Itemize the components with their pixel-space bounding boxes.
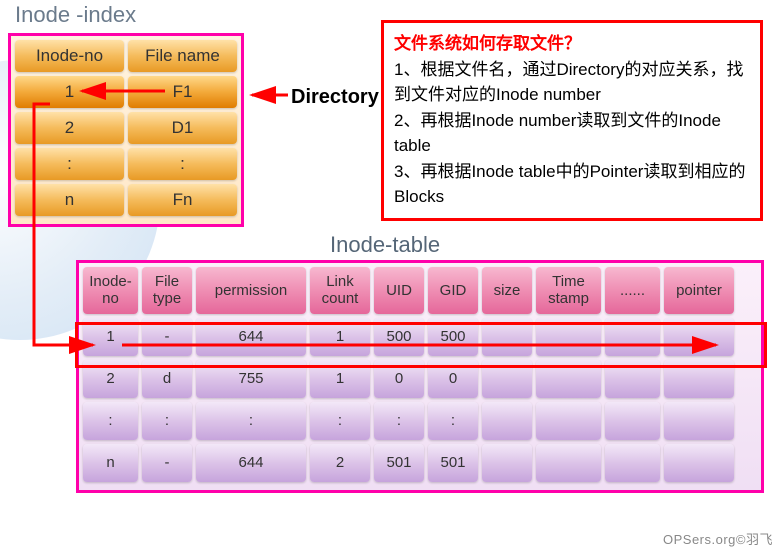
inode-table-header-row: Inode- noFile typepermissionLink countUI…	[83, 267, 757, 314]
inode-table-cell: 500	[428, 318, 478, 356]
index-row-1: 1 F1	[15, 76, 237, 108]
inode-table-cell: 501	[374, 444, 424, 482]
index-row-2: 2 D1	[15, 112, 237, 144]
index-row-3: : :	[15, 148, 237, 180]
explain-title: 文件系统如何存取文件？	[394, 31, 750, 57]
inode-table-cell	[605, 360, 660, 398]
inode-table-header-cell: Inode- no	[83, 267, 138, 314]
inode-index-title: Inode -index	[15, 2, 136, 28]
index-row-4: n Fn	[15, 184, 237, 216]
inode-table-row: n-6442501501	[83, 444, 757, 482]
inode-table-header-cell: Link count	[310, 267, 370, 314]
inode-table-cell	[482, 360, 532, 398]
inode-table-row: 2d755100	[83, 360, 757, 398]
inode-table-cell: n	[83, 444, 138, 482]
inode-table-row: ::::::	[83, 402, 757, 440]
inode-table-cell: 500	[374, 318, 424, 356]
index-cell-name-2: D1	[128, 112, 237, 144]
inode-table-header-cell: Time stamp	[536, 267, 601, 314]
index-header-name: File name	[128, 40, 237, 72]
inode-table-cell	[664, 402, 734, 440]
index-cell-no-4: n	[15, 184, 124, 216]
inode-table-cell: 0	[374, 360, 424, 398]
inode-table-cell: :	[428, 402, 478, 440]
inode-table-cell: 644	[196, 318, 306, 356]
inode-table-header-cell: File type	[142, 267, 192, 314]
inode-index-box: Inode-no File name 1 F1 2 D1 : : n Fn	[8, 33, 244, 227]
inode-table-header-cell: ......	[605, 267, 660, 314]
index-cell-no-2: 2	[15, 112, 124, 144]
explanation-box: 文件系统如何存取文件？ 1、根据文件名，通过Directory的对应关系，找到文…	[381, 20, 763, 221]
inode-table-cell: 644	[196, 444, 306, 482]
index-cell-no-3: :	[15, 148, 124, 180]
inode-table-row: 1-6441500500	[83, 318, 757, 356]
inode-table-cell	[605, 318, 660, 356]
inode-table-cell: 1	[310, 360, 370, 398]
inode-table-cell: 1	[310, 318, 370, 356]
index-cell-name-4: Fn	[128, 184, 237, 216]
inode-table-box: Inode- noFile typepermissionLink countUI…	[76, 260, 764, 493]
inode-table-cell: 755	[196, 360, 306, 398]
inode-table-cell	[536, 444, 601, 482]
inode-table-cell	[536, 360, 601, 398]
inode-table-cell	[482, 318, 532, 356]
watermark: OPSers.org©羽飞	[663, 529, 773, 548]
inode-table-cell: :	[374, 402, 424, 440]
directory-label: Directory	[291, 86, 379, 109]
inode-table-cell: 2	[83, 360, 138, 398]
inode-table-cell: -	[142, 318, 192, 356]
inode-table-header-cell: pointer	[664, 267, 734, 314]
index-cell-name-1: F1	[128, 76, 237, 108]
inode-table-cell: 0	[428, 360, 478, 398]
explain-line2: 2、再根据Inode number读取到文件的Inode table	[394, 108, 750, 159]
inode-table-cell: :	[310, 402, 370, 440]
inode-table-header-cell: GID	[428, 267, 478, 314]
inode-table-title: Inode-table	[330, 232, 440, 258]
inode-table-cell: 501	[428, 444, 478, 482]
inode-table-cell	[664, 360, 734, 398]
inode-table-cell: :	[142, 402, 192, 440]
inode-table-cell	[482, 444, 532, 482]
index-cell-name-3: :	[128, 148, 237, 180]
inode-table-cell	[664, 444, 734, 482]
inode-table-cell	[605, 402, 660, 440]
inode-table-cell	[605, 444, 660, 482]
inode-table-header-cell: size	[482, 267, 532, 314]
index-header-no: Inode-no	[15, 40, 124, 72]
inode-table-cell: 1	[83, 318, 138, 356]
inode-table-header-cell: permission	[196, 267, 306, 314]
inode-table-cell	[664, 318, 734, 356]
inode-table-header-cell: UID	[374, 267, 424, 314]
inode-table-cell: :	[83, 402, 138, 440]
inode-table-cell	[536, 318, 601, 356]
inode-table-cell: 2	[310, 444, 370, 482]
explain-line3: 3、再根据Inode table中的Pointer读取到相应的Blocks	[394, 159, 750, 210]
explain-line1: 1、根据文件名，通过Directory的对应关系，找到文件对应的Inode nu…	[394, 57, 750, 108]
inode-table-cell: :	[196, 402, 306, 440]
inode-table-cell	[482, 402, 532, 440]
inode-table-cell: -	[142, 444, 192, 482]
index-cell-no-1: 1	[15, 76, 124, 108]
inode-table-cell: d	[142, 360, 192, 398]
index-header-row: Inode-no File name	[15, 40, 237, 72]
inode-table-cell	[536, 402, 601, 440]
